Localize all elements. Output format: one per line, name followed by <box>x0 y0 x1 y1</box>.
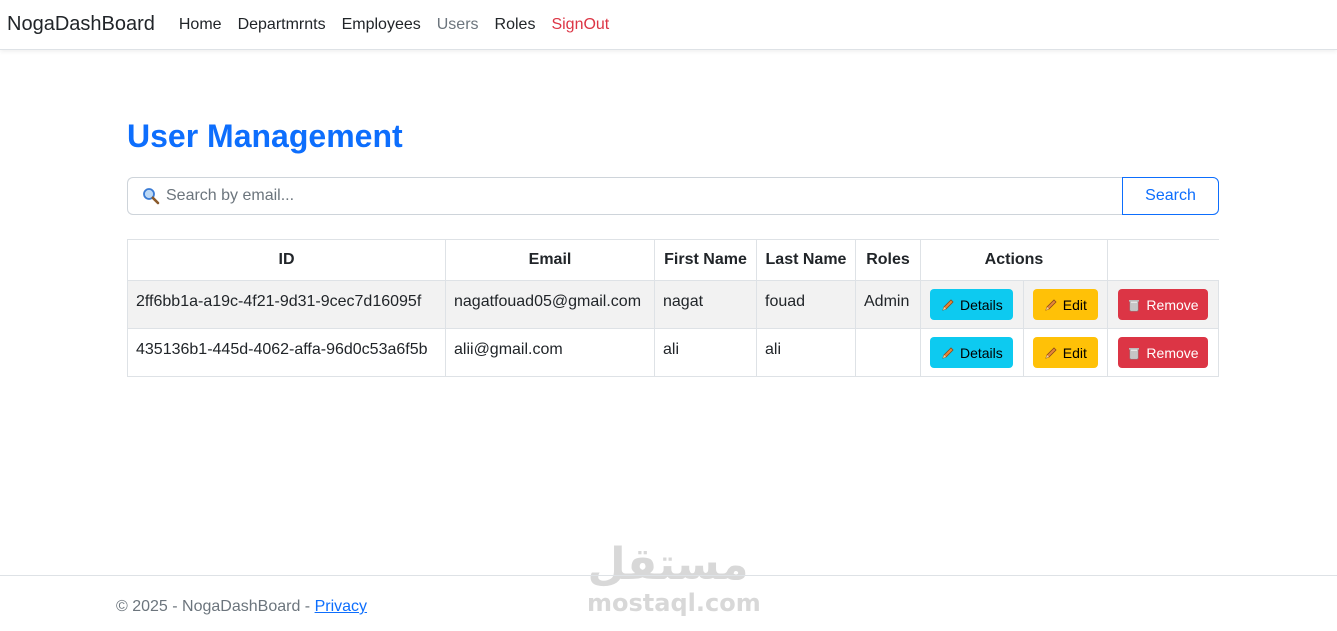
header-roles: Roles <box>855 239 921 281</box>
header-id: ID <box>127 239 446 281</box>
edit-button[interactable]: Edit <box>1032 337 1098 368</box>
footer-text: © 2025 - NogaDashBoard - Privacy <box>116 598 367 616</box>
search-input[interactable] <box>166 187 1066 205</box>
edit-button[interactable]: Edit <box>1032 289 1098 320</box>
details-label: Details <box>959 344 1003 361</box>
table-row: 2ff6bb1a-a19c-4f21-9d31-9cec7d16095f nag… <box>127 280 1219 329</box>
wastebasket-icon <box>1129 299 1140 311</box>
cell-details: Details <box>920 328 1024 377</box>
pencil-icon <box>942 298 954 311</box>
pencil-icon <box>942 346 954 359</box>
remove-button[interactable]: Remove <box>1118 289 1208 320</box>
users-table: ID Email First Name Last Name Roles Acti… <box>127 239 1219 377</box>
edit-label: Edit <box>1062 344 1087 361</box>
cell-first-name: ali <box>654 328 757 377</box>
cell-first-name: nagat <box>654 280 757 329</box>
cell-email: alii@gmail.com <box>445 328 655 377</box>
header-actions: Actions <box>920 239 1108 281</box>
cell-id: 2ff6bb1a-a19c-4f21-9d31-9cec7d16095f <box>127 280 446 329</box>
cell-edit: Edit <box>1022 328 1109 377</box>
cell-roles: Admin <box>855 280 921 329</box>
nav-roles[interactable]: Roles <box>495 16 536 34</box>
details-label: Details <box>959 296 1003 313</box>
nav-home[interactable]: Home <box>179 16 222 34</box>
search-field-wrapper <box>127 177 1122 215</box>
nav-departments[interactable]: Departmrnts <box>238 16 326 34</box>
header-last-name: Last Name <box>756 239 856 281</box>
brand-link[interactable]: NogaDashBoard <box>7 13 155 36</box>
edit-label: Edit <box>1062 296 1087 313</box>
search-button[interactable]: Search <box>1122 177 1219 215</box>
table-header-row: ID Email First Name Last Name Roles Acti… <box>127 239 1219 281</box>
header-first-name: First Name <box>654 239 757 281</box>
cell-remove: Remove <box>1107 280 1219 329</box>
pencil-icon <box>1045 346 1057 359</box>
header-email: Email <box>445 239 655 281</box>
search-bar: Search <box>127 177 1219 215</box>
remove-label: Remove <box>1146 344 1199 361</box>
top-navbar: NogaDashBoard Home Departmrnts Employees… <box>0 0 1337 50</box>
cell-email: nagatfouad05@gmail.com <box>445 280 655 329</box>
wastebasket-icon <box>1129 347 1140 359</box>
remove-button[interactable]: Remove <box>1118 337 1208 368</box>
table-row: 435136b1-445d-4062-affa-96d0c53a6f5b ali… <box>127 328 1219 377</box>
cell-last-name: fouad <box>756 280 856 329</box>
cell-roles <box>855 328 921 377</box>
privacy-link[interactable]: Privacy <box>315 598 367 615</box>
cell-last-name: ali <box>756 328 856 377</box>
copyright-text: © 2025 - NogaDashBoard - <box>116 598 311 615</box>
page-title: User Management <box>127 118 403 154</box>
nav-signout[interactable]: SignOut <box>551 16 609 34</box>
nav-employees[interactable]: Employees <box>342 16 421 34</box>
details-button[interactable]: Details <box>930 337 1014 368</box>
cell-remove: Remove <box>1107 328 1219 377</box>
pencil-icon <box>1045 298 1057 311</box>
cell-id: 435136b1-445d-4062-affa-96d0c53a6f5b <box>127 328 446 377</box>
cell-details: Details <box>920 280 1024 329</box>
details-button[interactable]: Details <box>930 289 1014 320</box>
nav-users[interactable]: Users <box>437 16 479 34</box>
search-icon <box>143 188 160 205</box>
footer: © 2025 - NogaDashBoard - Privacy <box>0 575 1337 631</box>
remove-label: Remove <box>1146 296 1199 313</box>
header-empty <box>1107 239 1219 281</box>
cell-edit: Edit <box>1022 280 1109 329</box>
